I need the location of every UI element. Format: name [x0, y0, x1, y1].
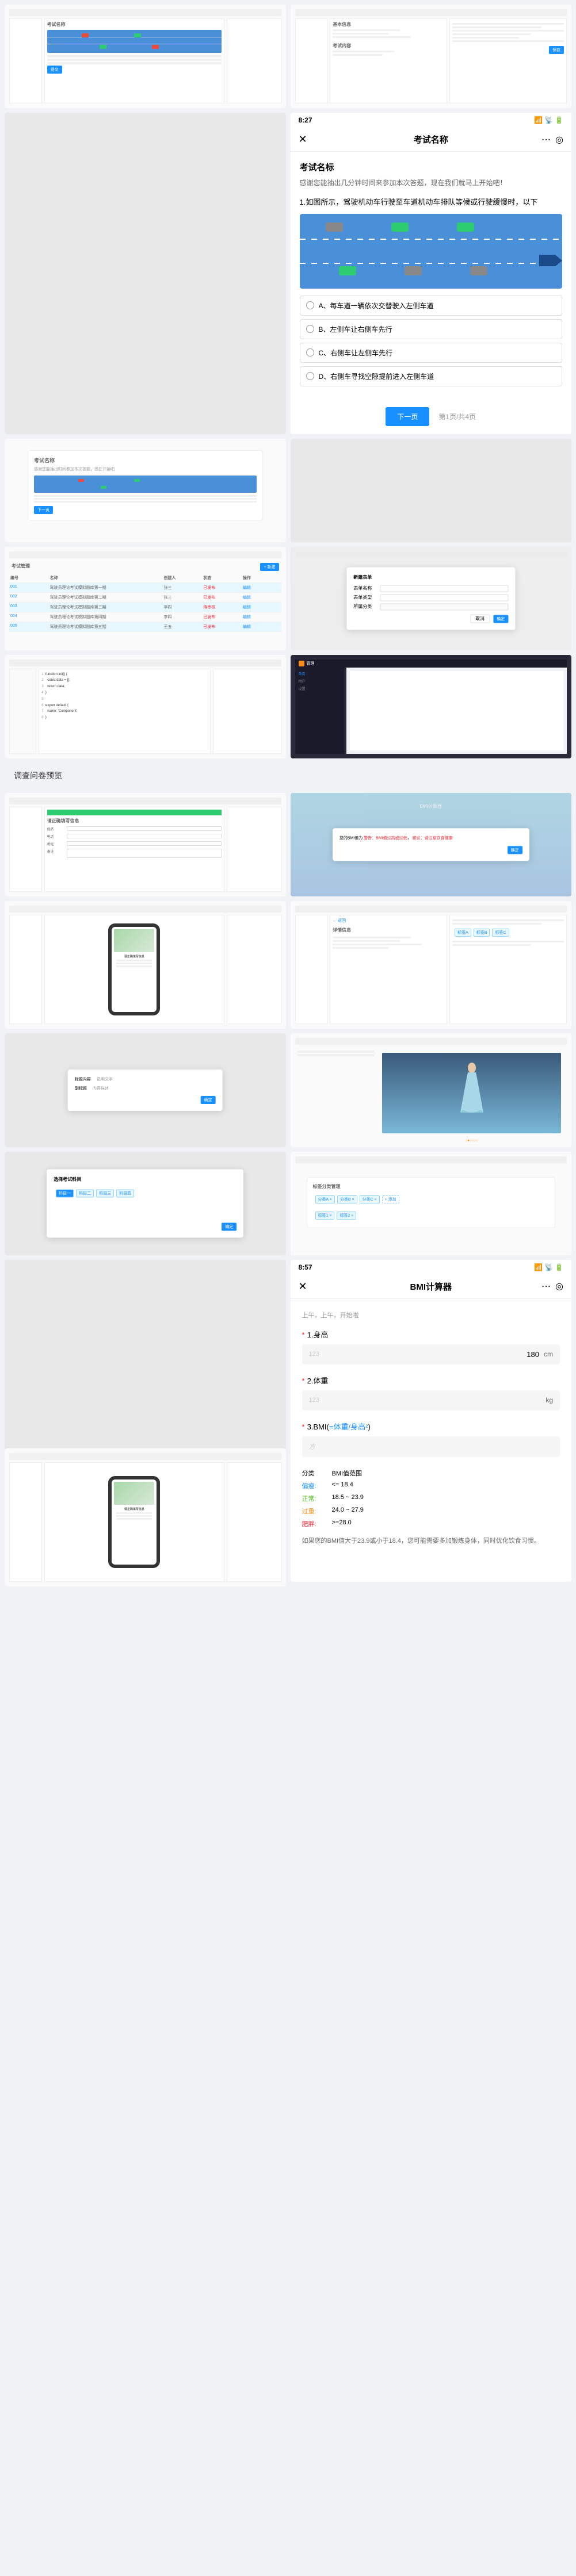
- status-bar: 8:27 📶 📡 🔋: [291, 113, 572, 128]
- nav-title: 考试名称: [414, 133, 448, 145]
- tag-item[interactable]: 分类C ×: [360, 1195, 380, 1203]
- signal-icon: 📶: [534, 116, 543, 124]
- bmi-subtitle: 上午，上午，开始啦: [302, 1310, 560, 1320]
- target-icon[interactable]: ◎: [555, 134, 563, 145]
- section-label-survey: 调查问卷预览: [5, 763, 571, 788]
- phone-preview: 请正确填写信息: [108, 923, 160, 1015]
- bmi-result-wrap: 方: [302, 1436, 560, 1457]
- nav-title: BMI计算器: [410, 1281, 452, 1293]
- chip[interactable]: 科目一: [56, 1189, 74, 1197]
- modal-dialog: 新建表单 表单名称 表单类型 所属分类 取消 确定: [346, 567, 515, 630]
- empty-tile-2: [291, 439, 572, 542]
- phone-mock-tile-2: 请正确填写信息: [5, 1448, 286, 1586]
- next-page-button[interactable]: 下一页: [386, 407, 429, 426]
- create-btn[interactable]: + 新建: [260, 563, 279, 571]
- sidebar-item[interactable]: 用户: [297, 677, 342, 685]
- confirm-button[interactable]: 确定: [201, 1096, 216, 1104]
- tag-item[interactable]: 分类A ×: [315, 1195, 335, 1203]
- phone-mock-tile-1: 请正确填写信息: [5, 901, 286, 1029]
- more-icon[interactable]: ⋯: [541, 134, 551, 145]
- battery-icon: 🔋: [555, 1263, 563, 1271]
- table-row[interactable]: 002 驾驶员理论考试模拟题库第二期 张三 已发布 编辑: [9, 593, 281, 603]
- bmi-warning-tile: BMI计算器 您的BMI值为 警告：BMI值过高或过低， 建议：请注意饮食健康 …: [291, 793, 572, 896]
- chip-modal: 选择考试科目 科目一 科目二 科目三 科目四 确定: [47, 1169, 243, 1237]
- option-a[interactable]: A、每车道一辆依次交替驶入左侧车道: [300, 296, 563, 316]
- submit-btn[interactable]: 提交: [47, 66, 62, 74]
- detail-form-tile: ← 返回 详情信息 标签A 标签B 标签C: [291, 901, 572, 1029]
- dark-sidebar-tile: 管理 首页 用户 设置: [291, 655, 572, 758]
- nav-bar: ✕ 考试名称 ⋯ ◎: [291, 128, 572, 152]
- survey-editor-tile: 请正确填写信息 姓名 电话 地址 备注: [5, 793, 286, 896]
- exam-editor-tile: 考试名称 提交: [5, 5, 286, 108]
- tag-item[interactable]: 标签2 ×: [337, 1212, 356, 1220]
- wifi-icon: 📡: [544, 116, 553, 124]
- nav-bar: ✕ BMI计算器 ⋯ ◎: [291, 1275, 572, 1299]
- sidebar-item[interactable]: 设置: [297, 685, 342, 692]
- exam-phone-tile: 8:27 📶 📡 🔋 ✕ 考试名称 ⋯ ◎ 考试名标 感谢您能抽出几分钟时间来参…: [291, 113, 572, 434]
- phone-preview: 请正确填写信息: [108, 1476, 160, 1568]
- question-image: [300, 214, 563, 289]
- form-input[interactable]: [380, 594, 508, 601]
- chip[interactable]: 科目二: [76, 1189, 94, 1197]
- weight-input[interactable]: [319, 1396, 546, 1405]
- tag-item[interactable]: 分类B ×: [337, 1195, 357, 1203]
- form-select[interactable]: [380, 603, 508, 610]
- option-b[interactable]: B、左侧车让右侧车先行: [300, 319, 563, 339]
- exam-desc: 感谢您能抽出几分钟时间来参加本次答题，现在我们就马上开始吧！: [300, 178, 563, 189]
- confirm-modal: 标题内容说明文字 副标题内容描述 确定: [68, 1070, 223, 1111]
- exam-title: 考试名称: [47, 21, 222, 28]
- warning-modal: 您的BMI值为 警告：BMI值过高或过低， 建议：请注意饮食健康 确定: [333, 828, 529, 861]
- form-modal-tile: 新建表单 表单名称 表单类型 所属分类 取消 确定: [291, 547, 572, 650]
- tags-editor-tile: 标签分类管理 分类A × 分类B × 分类C × + 添加 标签1 × 标签2 …: [291, 1152, 572, 1255]
- option-d[interactable]: D、右侧车寻找空隙提前进入左侧车道: [300, 366, 563, 386]
- exam-heading: 考试名标: [300, 161, 563, 173]
- exam-preview-small: 考试名称 感谢您能抽出时间参加本次答题，现在开始吧 下一页: [5, 439, 286, 542]
- chip[interactable]: 科目三: [96, 1189, 114, 1197]
- cancel-button[interactable]: 取消: [470, 614, 490, 623]
- exam-detail-tile: 基本信息 考试内容 保存: [291, 5, 572, 108]
- signal-icon: 📶: [534, 1263, 543, 1271]
- battery-icon: 🔋: [555, 116, 563, 124]
- tag-item[interactable]: 标签1 ×: [315, 1212, 335, 1220]
- empty-tile-1: [5, 113, 286, 434]
- height-input[interactable]: [319, 1350, 544, 1359]
- more-icon[interactable]: ⋯: [541, 1281, 551, 1292]
- wifi-icon: 📡: [544, 1263, 553, 1271]
- bmi-tip: 如果您的BMI值大于23.9或小于18.4，您可能需要多加锻炼身体，同时优化饮食…: [302, 1536, 560, 1547]
- table-row[interactable]: 004 驾驶员理论考试模拟题库第四期 李四 已发布 编辑: [9, 612, 281, 622]
- sidebar-item[interactable]: 首页: [297, 670, 342, 677]
- chip-selector-tile: 选择考试科目 科目一 科目二 科目三 科目四 确定: [5, 1152, 286, 1255]
- confirm-button[interactable]: 确定: [493, 615, 508, 623]
- option-c[interactable]: C、右侧车让左侧车先行: [300, 343, 563, 363]
- form-input[interactable]: [380, 585, 508, 592]
- bmi-phone-tile: 8:57 📶 📡 🔋 ✕ BMI计算器 ⋯ ◎ 上午，上午，开始啦 *1.身高 …: [291, 1260, 572, 1582]
- height-input-wrap[interactable]: 123 cm: [302, 1344, 560, 1364]
- weight-input-wrap[interactable]: 123 kg: [302, 1390, 560, 1410]
- chip[interactable]: 科目四: [116, 1189, 134, 1197]
- add-tag[interactable]: + 添加: [382, 1195, 399, 1203]
- status-time: 8:27: [299, 116, 312, 124]
- table-list-tile: 考试管理 + 新建 编号 名称 创建人 状态 操作 001 驾驶员理论考试模拟题…: [5, 547, 286, 650]
- bmi-result: [315, 1442, 554, 1451]
- close-icon[interactable]: ✕: [299, 1281, 307, 1293]
- status-time: 8:57: [299, 1263, 312, 1271]
- product-image: [382, 1053, 561, 1133]
- dress-image-tile: ○●○○○○: [291, 1033, 572, 1147]
- target-icon[interactable]: ◎: [555, 1281, 563, 1292]
- page-indicator: 第1页/共4页: [438, 412, 476, 421]
- close-icon[interactable]: ✕: [299, 133, 307, 145]
- question-text: 1.如图所示，驾驶机动车行驶至车道机动车排队等候或行驶缓慢时，以下: [300, 197, 563, 208]
- confirm-button[interactable]: 确定: [222, 1222, 236, 1230]
- status-bar: 8:57 📶 📡 🔋: [291, 1260, 572, 1275]
- table-row[interactable]: 005 驾驶员理论考试模拟题库第五期 王五 已发布 编辑: [9, 622, 281, 632]
- small-modal-tile: 标题内容说明文字 副标题内容描述 确定: [5, 1033, 286, 1147]
- table-row[interactable]: 003 驾驶员理论考试模拟题库第三期 李四 待审核 编辑: [9, 603, 281, 612]
- table-row[interactable]: 001 驾驶员理论考试模拟题库第一期 张三 已发布 编辑: [9, 583, 281, 593]
- ok-button[interactable]: 确定: [508, 846, 522, 854]
- code-editor-tile: 1 function init() { 2 const data = []; 3…: [5, 655, 286, 758]
